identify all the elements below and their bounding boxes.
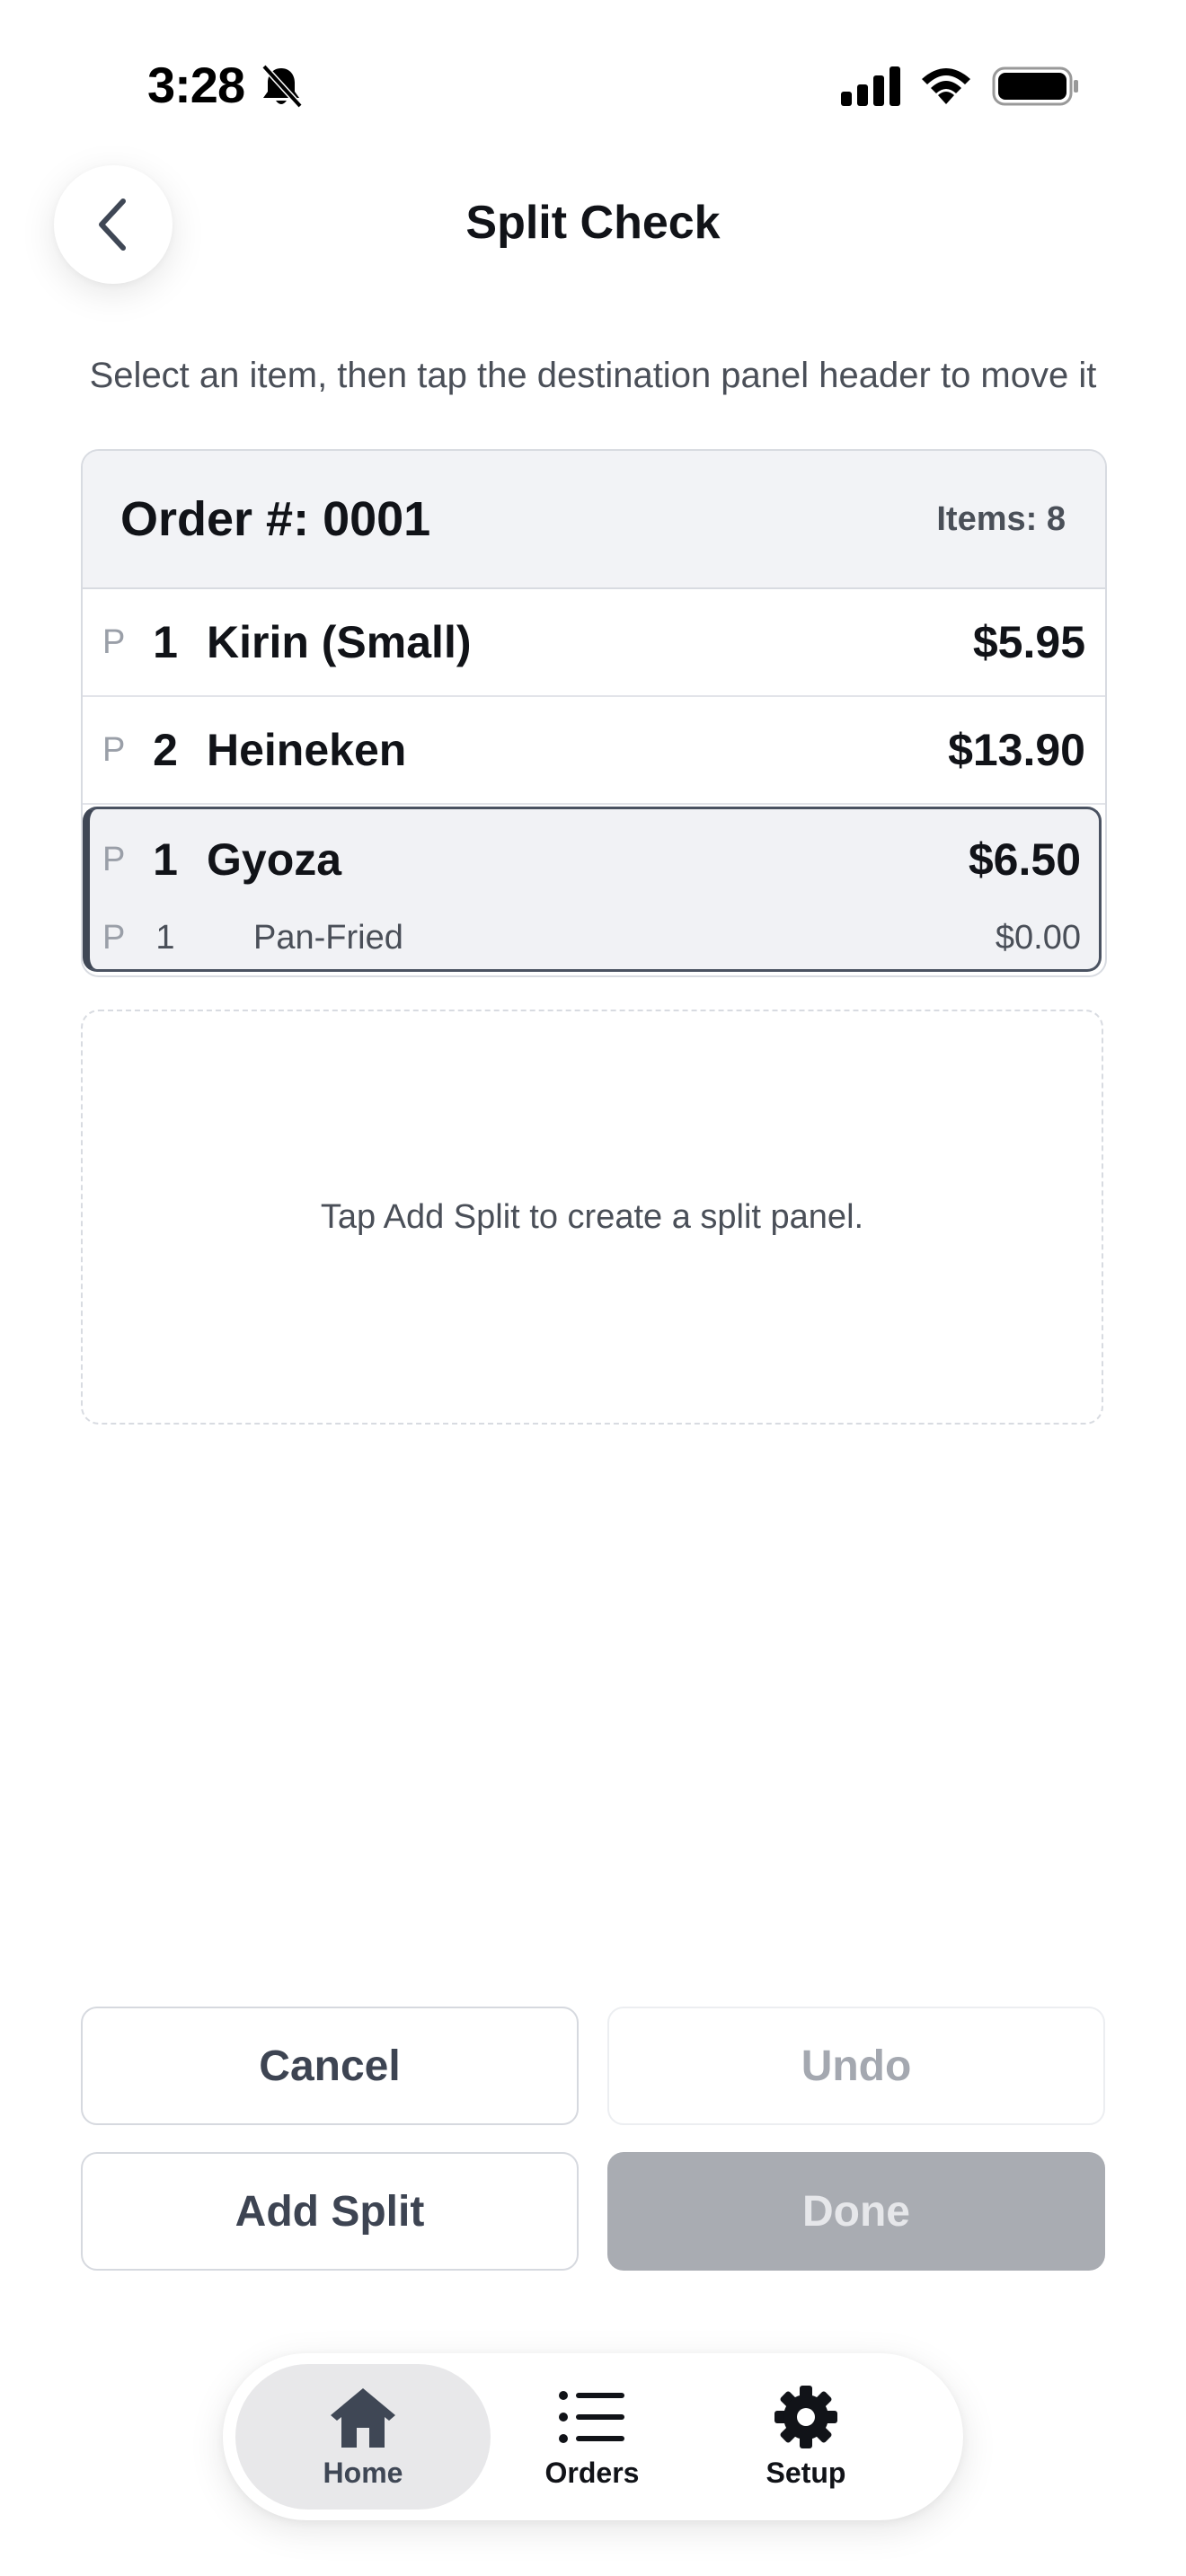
modifier-quantity: 1 <box>155 919 175 957</box>
tab-home-label: Home <box>323 2456 403 2489</box>
bell-slash-icon <box>261 64 303 109</box>
order-item-row[interactable]: P 2 Heineken $13.90 <box>83 697 1105 805</box>
cellular-signal-icon <box>841 66 900 106</box>
instruction-text: Select an item, then tap the destination… <box>89 356 1097 395</box>
item-quantity: 1 <box>153 834 178 885</box>
order-item-row[interactable]: P 1 Gyoza $6.50 <box>90 809 1099 910</box>
tab-setup[interactable]: Setup <box>715 2364 897 2510</box>
add-split-button[interactable]: Add Split <box>81 2152 579 2271</box>
status-time: 3:28 <box>147 57 245 113</box>
battery-full-icon <box>992 66 1078 106</box>
wifi-icon <box>922 68 970 104</box>
item-name: Heineken <box>207 725 407 775</box>
undo-button[interactable]: Undo <box>607 2007 1105 2125</box>
item-quantity: 1 <box>153 617 178 667</box>
list-icon <box>559 2390 624 2443</box>
item-seat-marker: P <box>102 840 126 878</box>
items-count: Items: 8 <box>936 499 1066 538</box>
cancel-button[interactable]: Cancel <box>81 2007 579 2125</box>
order-panel-header[interactable]: Order #: 0001 Items: 8 <box>83 451 1105 589</box>
order-panel: Order #: 0001 Items: 8 P 1 Kirin (Small)… <box>81 449 1107 977</box>
item-seat-marker: P <box>102 622 126 661</box>
item-seat-marker: P <box>102 730 126 769</box>
page-title: Split Check <box>465 197 721 249</box>
item-name: Kirin (Small) <box>207 617 472 667</box>
tab-home[interactable]: Home <box>235 2364 491 2510</box>
item-price: $13.90 <box>948 725 1085 775</box>
item-modifier-row: P 1 Pan-Fried $0.00 <box>90 910 1099 967</box>
tab-bar: Home Orders Setup <box>223 2353 963 2520</box>
order-title: Order #: 0001 <box>120 492 431 546</box>
item-price: $5.95 <box>972 617 1085 667</box>
order-item-row[interactable]: P 1 Kirin (Small) $5.95 <box>83 589 1105 697</box>
split-placeholder-text: Tap Add Split to create a split panel. <box>320 1197 864 1236</box>
home-icon <box>331 2387 395 2448</box>
item-price: $6.50 <box>968 834 1081 885</box>
done-button[interactable]: Done <box>607 2152 1105 2271</box>
item-quantity: 2 <box>153 725 178 775</box>
selected-order-item[interactable]: P 1 Gyoza $6.50 P 1 Pan-Fried $0.00 <box>83 807 1102 972</box>
modifier-price: $0.00 <box>995 919 1081 957</box>
tab-orders[interactable]: Orders <box>501 2364 683 2510</box>
split-panel-placeholder: Tap Add Split to create a split panel. <box>81 1010 1103 1425</box>
modifier-seat-marker: P <box>102 919 126 957</box>
item-name: Gyoza <box>207 834 342 885</box>
tab-setup-label: Setup <box>766 2456 846 2489</box>
gear-icon <box>774 2385 837 2448</box>
status-bar: 3:28 <box>0 0 1186 171</box>
tab-orders-label: Orders <box>544 2456 640 2489</box>
modifier-name: Pan-Fried <box>253 919 403 957</box>
